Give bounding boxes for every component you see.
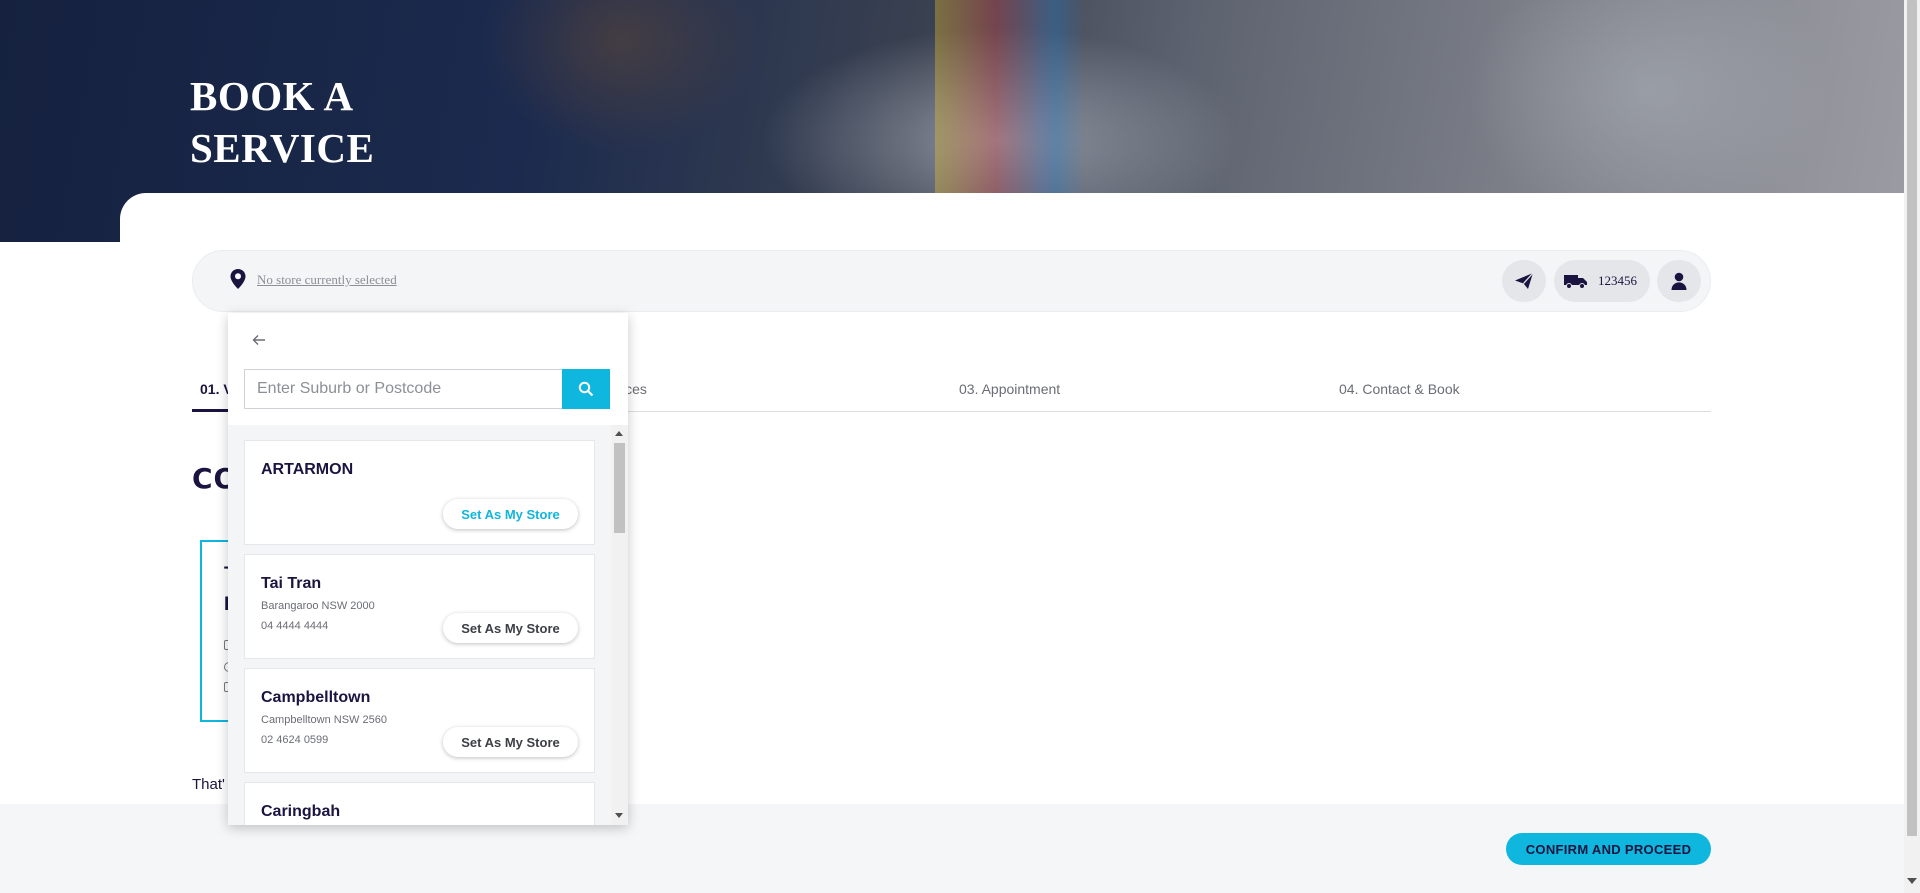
user-icon — [1671, 272, 1687, 290]
store-phone: 04 4444 4444 — [261, 620, 329, 632]
store-name: Tai Tran — [261, 575, 322, 592]
store-selector-link[interactable]: No store currently selected — [257, 272, 397, 288]
scroll-up-arrow[interactable] — [615, 431, 623, 436]
store-address: Barangaroo NSW 2000 — [261, 600, 375, 612]
store-name: ARTARMON — [261, 461, 354, 478]
store-list-item: Caringbah — [244, 782, 595, 825]
confirm-and-proceed-button[interactable]: CONFIRM AND PROCEED — [1506, 833, 1711, 865]
window-scroll-down-arrow[interactable] — [1907, 878, 1917, 884]
vehicle-rego: 123456 — [1598, 273, 1637, 288]
page: BOOK A SERVICE No store currently select… — [0, 0, 1920, 893]
page-title-line1: BOOK A — [190, 73, 354, 119]
hero-background-detail — [935, 0, 1085, 193]
suburb-postcode-search-input[interactable] — [244, 369, 562, 409]
set-as-my-store-button[interactable]: Set As My Store — [443, 499, 578, 529]
account-button[interactable] — [1657, 260, 1701, 302]
store-name: Caringbah — [261, 803, 341, 820]
store-list-scrollbar-thumb[interactable] — [614, 443, 625, 533]
paper-plane-icon — [1515, 272, 1534, 289]
store-phone: 02 4624 0599 — [261, 734, 329, 746]
vehicle-rego-button[interactable]: 123456 — [1554, 260, 1650, 302]
search-icon — [578, 381, 594, 397]
truck-icon — [1564, 275, 1587, 289]
page-title: BOOK A SERVICE — [190, 70, 374, 174]
search-button[interactable] — [562, 369, 610, 409]
info-text: That' — [192, 776, 225, 793]
set-as-my-store-button[interactable]: Set As My Store — [443, 613, 578, 643]
store-bar — [192, 250, 1711, 312]
store-list-item: ARTARMON Set As My Store — [244, 440, 595, 545]
step-contact-book[interactable]: 04. Contact & Book — [1339, 381, 1460, 397]
page-title-line2: SERVICE — [190, 125, 375, 171]
step-appointment[interactable]: 03. Appointment — [959, 381, 1060, 397]
store-list-item: Tai Tran Barangaroo NSW 2000 04 4444 444… — [244, 554, 595, 659]
store-list-item: Campbelltown Campbelltown NSW 2560 02 46… — [244, 668, 595, 773]
store-finder-dropdown: ARTARMON Set As My Store Tai Tran Barang… — [228, 313, 628, 825]
set-as-my-store-button[interactable]: Set As My Store — [443, 727, 578, 757]
scroll-down-arrow[interactable] — [615, 813, 623, 818]
window-scrollbar-thumb[interactable] — [1907, 0, 1917, 836]
send-button[interactable] — [1502, 260, 1546, 302]
location-pin-icon — [230, 269, 246, 289]
arrow-left-icon — [252, 335, 265, 345]
store-name: Campbelltown — [261, 689, 371, 706]
store-address: Campbelltown NSW 2560 — [261, 714, 387, 726]
back-button[interactable] — [246, 327, 272, 353]
store-list[interactable]: ARTARMON Set As My Store Tai Tran Barang… — [228, 425, 628, 825]
